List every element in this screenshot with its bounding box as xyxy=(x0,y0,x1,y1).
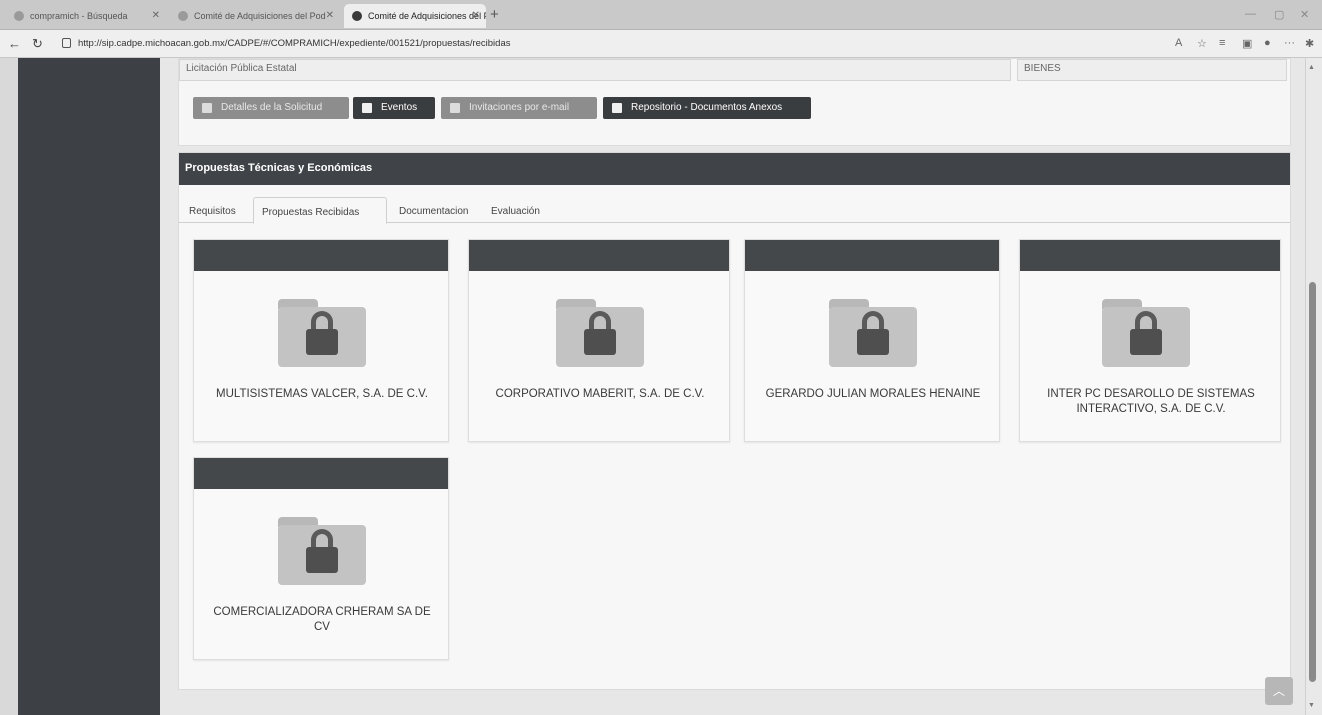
tab-propuestas-recibidas[interactable]: Propuestas Recibidas xyxy=(253,197,387,224)
bidder-name: MULTISISTEMAS VALCER, S.A. DE C.V. xyxy=(216,388,428,400)
proposals-panel: Propuestas Técnicas y Económicas Requisi… xyxy=(178,152,1291,690)
proposal-card[interactable]: MULTISISTEMAS VALCER, S.A. DE C.V. xyxy=(193,239,449,442)
close-window-icon[interactable]: ✕ xyxy=(1300,8,1309,21)
tab-requisitos[interactable]: Requisitos xyxy=(181,197,244,223)
minimize-icon[interactable]: — xyxy=(1245,8,1256,20)
card-header xyxy=(194,240,448,271)
locked-folder-icon[interactable] xyxy=(556,299,644,367)
card-header xyxy=(745,240,999,271)
locked-folder-icon[interactable] xyxy=(829,299,917,367)
site-icon xyxy=(14,11,24,21)
url-field[interactable]: http://sip.cadpe.michoacan.gob.mx/CADPE/… xyxy=(78,38,510,49)
browser-tab-bar: compramich - Búsqueda ✕ Comité de Adquis… xyxy=(0,0,1322,30)
site-icon xyxy=(178,11,188,21)
proposal-card[interactable]: GERARDO JULIAN MORALES HENAINE xyxy=(744,239,1000,442)
locked-folder-icon[interactable] xyxy=(1102,299,1190,367)
procedure-type-value: Licitación Pública Estatal xyxy=(186,63,297,74)
email-invitations-label: Invitaciones por e-mail xyxy=(469,102,570,113)
extension-icon[interactable]: ✱ xyxy=(1305,37,1314,50)
tab-documentacion[interactable]: Documentacion xyxy=(391,197,476,223)
browser-tab[interactable]: compramich - Búsqueda ✕ xyxy=(6,4,166,28)
chevron-up-icon: ︿ xyxy=(1272,684,1285,698)
bidder-name: INTER PC DESAROLLO DE SISTEMAS INTERACTI… xyxy=(1047,388,1255,415)
profile-icon[interactable]: ● xyxy=(1264,37,1271,49)
back-to-top-button[interactable]: ︿ xyxy=(1265,677,1293,705)
email-invitations-button[interactable]: Invitaciones por e-mail xyxy=(441,97,597,119)
events-button[interactable]: Eventos xyxy=(353,97,435,119)
category-value: BIENES xyxy=(1024,63,1061,74)
expediente-info-card: Licitación Pública Estatal BIENES Detall… xyxy=(178,58,1291,146)
bidder-name: GERARDO JULIAN MORALES HENAINE xyxy=(765,388,981,400)
globe-icon xyxy=(352,11,362,21)
panel-tabs: Requisitos Propuestas Recibidas Document… xyxy=(179,197,1290,224)
archive-icon xyxy=(612,103,622,113)
tab-title: Comité de Adquisiciones del Po xyxy=(368,11,486,21)
category-field: BIENES xyxy=(1017,59,1287,81)
browser-tab[interactable]: Comité de Adquisiciones del Pod ✕ xyxy=(170,4,340,28)
repository-label: Repositorio - Documentos Anexos xyxy=(631,102,783,113)
scrollbar-thumb[interactable] xyxy=(1309,282,1316,682)
tab-evaluacion[interactable]: Evaluación xyxy=(483,197,548,223)
tab-title: Comité de Adquisiciones del Pod xyxy=(194,11,326,21)
collections-icon[interactable]: ▣ xyxy=(1242,37,1252,50)
close-icon[interactable]: ✕ xyxy=(152,10,160,21)
close-icon[interactable]: ✕ xyxy=(326,10,334,21)
details-label: Detalles de la Solicitud xyxy=(221,102,323,113)
proposal-card[interactable]: INTER PC DESAROLLO DE SISTEMAS INTERACTI… xyxy=(1019,239,1281,442)
favorites-icon[interactable]: ≡ xyxy=(1219,37,1225,49)
card-header xyxy=(194,458,448,489)
document-icon xyxy=(202,103,212,113)
proposal-card[interactable]: CORPORATIVO MABERIT, S.A. DE C.V. xyxy=(468,239,730,442)
app-sidebar xyxy=(18,58,160,715)
calendar-icon xyxy=(362,103,372,113)
panel-title: Propuestas Técnicas y Económicas xyxy=(179,153,1290,185)
bidder-name: COMERCIALIZADORA CRHERAM SA DE CV xyxy=(213,606,431,633)
plus-icon[interactable]: + xyxy=(490,6,499,23)
locked-folder-icon[interactable] xyxy=(278,299,366,367)
events-label: Eventos xyxy=(381,102,418,113)
card-header xyxy=(469,240,729,271)
locked-folder-icon[interactable] xyxy=(278,517,366,585)
address-bar: ← ↻ http://sip.cadpe.michoacan.gob.mx/CA… xyxy=(0,30,1322,58)
card-header xyxy=(1020,240,1280,271)
proposal-card[interactable]: COMERCIALIZADORA CRHERAM SA DE CV xyxy=(193,457,449,660)
more-icon[interactable]: ··· xyxy=(1284,37,1295,49)
tab-title: compramich - Búsqueda xyxy=(30,11,128,21)
procedure-type-field: Licitación Pública Estatal xyxy=(179,59,1011,81)
scroll-down-icon[interactable]: ▼ xyxy=(1308,702,1315,709)
read-aloud-icon[interactable]: A xyxy=(1175,37,1182,49)
star-icon[interactable]: ☆ xyxy=(1197,37,1207,50)
browser-tab-active[interactable]: Comité de Adquisiciones del Po ✕ xyxy=(344,4,486,28)
repository-button[interactable]: Repositorio - Documentos Anexos xyxy=(603,97,811,119)
people-icon xyxy=(450,103,460,113)
lock-icon[interactable] xyxy=(62,38,71,48)
close-icon[interactable]: ✕ xyxy=(472,10,480,21)
back-icon[interactable]: ← xyxy=(8,36,21,51)
scroll-up-icon[interactable]: ▲ xyxy=(1308,64,1315,71)
bidder-name: CORPORATIVO MABERIT, S.A. DE C.V. xyxy=(495,388,705,400)
maximize-icon[interactable]: ▢ xyxy=(1274,8,1284,21)
reload-icon[interactable]: ↻ xyxy=(32,36,43,52)
details-button[interactable]: Detalles de la Solicitud xyxy=(193,97,349,119)
